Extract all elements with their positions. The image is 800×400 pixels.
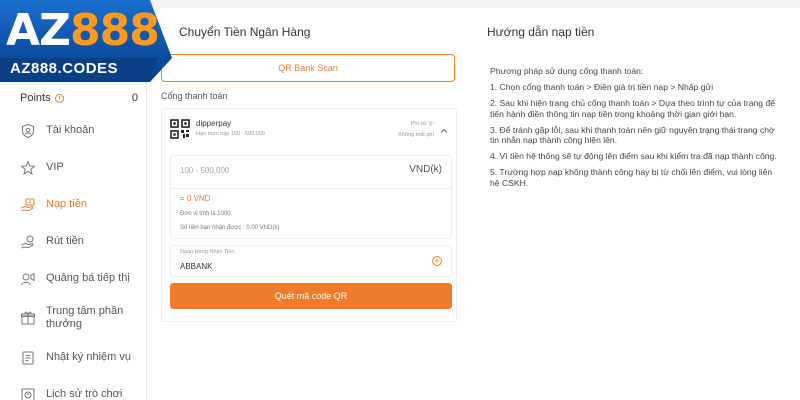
sidebar-item-label: VIP	[46, 161, 64, 173]
promotion-icon	[20, 271, 36, 287]
gateway-header[interactable]: dipperpay Hạn mức nạp 100 - 500,000 Phí …	[170, 117, 448, 147]
gift-icon	[20, 310, 36, 326]
receiving-bank-select[interactable]: Ngân Hàng Nhận Tiền ABBANK +	[170, 245, 452, 277]
guide-line: 2. Sau khi hiện trang chủ cổng thanh toá…	[490, 98, 776, 119]
history-icon	[20, 387, 36, 400]
qr-bank-scan-tab[interactable]: QR Bank Scan	[161, 54, 455, 82]
points-row: Points 0	[20, 92, 138, 104]
sidebar-item-task-log[interactable]: Nhật ký nhiệm vụ	[0, 339, 147, 376]
scan-qr-button[interactable]: Quét mã code QR	[170, 283, 452, 309]
chevron-up-icon[interactable]	[440, 127, 448, 135]
sidebar-item-label: Rút tiền	[46, 235, 84, 247]
deposit-hand-icon	[20, 197, 36, 213]
logo-text-888: 888	[69, 5, 160, 56]
guide-line: Phương pháp sử dụng cổng thanh toán:	[490, 66, 644, 76]
sidebar-item-rewards[interactable]: Trung tâm phần thưởng	[0, 297, 147, 339]
sidebar-item-label: Tài khoản	[46, 124, 95, 136]
sidebar-item-label: Quảng bá tiếp thị	[46, 272, 130, 284]
deposit-guide: Phương pháp sử dụng cổng thanh toán: 1. …	[490, 66, 780, 194]
sidebar-item-label: Nhật ký nhiệm vụ	[46, 351, 131, 363]
logo-text-az: AZ	[6, 5, 71, 56]
gateway-name: dipperpay	[196, 119, 232, 128]
converted-amount: = 0 VND	[180, 194, 211, 203]
receiving-bank-value: ABBANK	[180, 262, 213, 271]
guide-line: 3. Để tránh gặp lỗi, sau khi thanh toán …	[490, 124, 775, 146]
sidebar-item-game-history[interactable]: Lịch sử trò chơi	[0, 376, 147, 400]
sidebar-nav: Tài khoản VIP Nạp tiền Rút tiền Quảng bá…	[0, 112, 147, 400]
sidebar-item-label: Nạp tiền	[46, 198, 87, 210]
plus-circle-icon[interactable]: +	[432, 256, 442, 266]
main-panel: Chuyển Tiền Ngân Hàng Hướng dẫn nạp tiền…	[147, 8, 800, 400]
unit-note: Đơn vị tính là 1000	[180, 211, 231, 217]
withdraw-hand-icon	[20, 234, 36, 250]
receive-amount-note: Số tiền bạn nhận được : 0.00 VND(k)	[180, 225, 280, 231]
logo-url: AZ888.CODES	[10, 60, 119, 77]
receiving-bank-label: Ngân Hàng Nhận Tiền	[180, 249, 235, 255]
fee-label: Phí xử lý:	[410, 121, 434, 127]
points-value: 0	[131, 92, 138, 104]
sidebar-item-vip[interactable]: VIP	[0, 149, 147, 186]
clock-icon[interactable]	[54, 93, 64, 103]
fee-value: Không mất phí	[398, 132, 434, 138]
user-shield-icon	[20, 123, 36, 139]
gateway-limit: Hạn mức nạp 100 - 500,000	[196, 131, 265, 137]
brand-logo[interactable]: AZ888 AZ888.CODES	[0, 0, 172, 82]
sidebar-item-account[interactable]: Tài khoản	[0, 112, 147, 149]
guide-line: 5. Trường hợp nạp không thành công hay b…	[490, 167, 773, 188]
task-log-icon	[20, 350, 36, 366]
qr-code-icon	[170, 119, 190, 139]
amount-unit: VND(k)	[409, 164, 442, 175]
amount-panel: 100 - 500,000 VND(k) = 0 VND Đơn vị tính…	[170, 155, 452, 239]
sidebar-item-deposit[interactable]: Nạp tiền	[0, 186, 147, 223]
vip-star-icon	[20, 159, 36, 176]
guide-line: 1. Chọn cổng thanh toán > Điền giá trị t…	[490, 82, 714, 93]
sidebar-item-label: Lịch sử trò chơi	[46, 388, 123, 400]
sidebar-item-label: Trung tâm phần thưởng	[46, 305, 124, 330]
payment-gateway-label: Cổng thanh toán	[161, 91, 228, 101]
sidebar-item-promotion[interactable]: Quảng bá tiếp thị	[0, 260, 147, 297]
amount-input[interactable]: 100 - 500,000	[180, 166, 229, 175]
divider	[171, 188, 451, 189]
points-label: Points	[20, 92, 51, 104]
page-title: Chuyển Tiền Ngân Hàng	[179, 25, 311, 39]
sidebar-item-withdraw[interactable]: Rút tiền	[0, 223, 147, 260]
payment-gateway-panel: dipperpay Hạn mức nạp 100 - 500,000 Phí …	[161, 108, 457, 322]
gateway-fee: Phí xử lý: Không mất phí	[388, 119, 434, 141]
guide-line: 4. Vì tiền hệ thống sẽ tự động lên điểm …	[490, 151, 777, 162]
guide-title: Hướng dẫn nạp tiền	[487, 25, 595, 39]
